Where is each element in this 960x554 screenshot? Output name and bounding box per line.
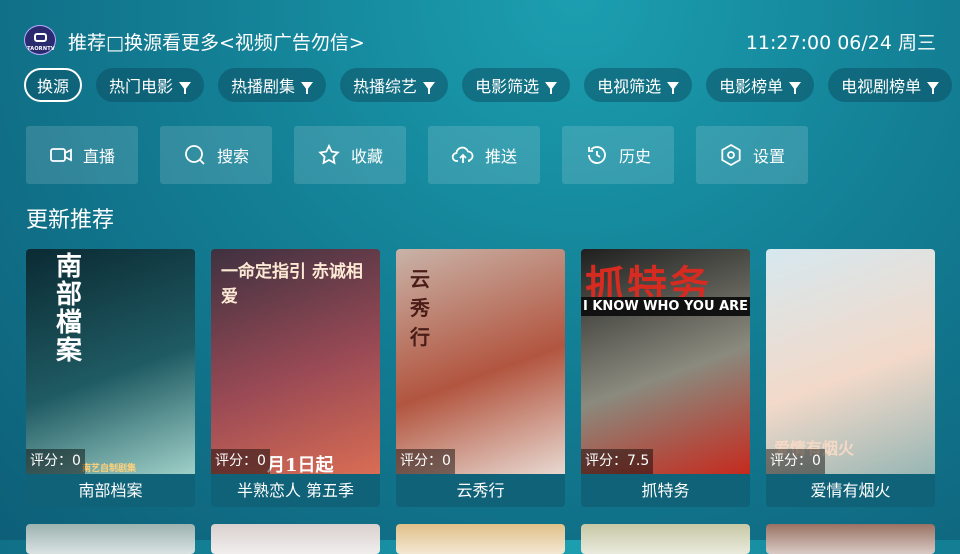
chip-label: 电视筛选: [597, 77, 662, 96]
card-title: 半熟恋人 第五季: [211, 474, 380, 507]
chip-3[interactable]: 热播综艺: [340, 68, 449, 102]
logo-text: TAORNTV: [27, 46, 55, 52]
poster-title-art: 南部檔案: [56, 252, 83, 366]
settings-button-label: 设置: [752, 147, 785, 166]
chip-4[interactable]: 电影筛选: [462, 68, 571, 102]
settings-icon: [721, 143, 741, 167]
card-title: 云秀行: [396, 474, 565, 507]
poster-image: 南部檔案南艺自制剧集: [26, 249, 195, 474]
filter-icon: [927, 82, 940, 94]
filter-icon: [789, 82, 802, 94]
chip-1[interactable]: 热门电影: [96, 68, 205, 102]
card-title: 抓特务: [581, 474, 750, 507]
chip-label: 电视剧榜单: [841, 77, 922, 96]
media-card[interactable]: 一命定指引 赤诚相爱月1日起 评分：0 半熟恋人 第五季: [211, 249, 380, 507]
chip-0[interactable]: 换源: [24, 68, 83, 102]
filter-icon: [667, 82, 680, 94]
live-button-label: 直播: [82, 147, 115, 166]
cloud-upload-icon: [451, 146, 474, 163]
push-button[interactable]: 推送: [428, 126, 540, 184]
live-button[interactable]: 直播: [26, 126, 138, 184]
poster-subtitle-art: I KNOW WHO YOU ARE: [581, 297, 750, 316]
settings-button[interactable]: 设置: [696, 126, 808, 184]
app-title: 推荐□换源看更多<视频广告勿信>: [68, 32, 365, 54]
filter-icon: [301, 82, 314, 94]
chip-6[interactable]: 电影榜单: [706, 68, 815, 102]
filter-icon: [179, 82, 192, 94]
poster-image: 云秀行: [396, 249, 565, 474]
poster-image: 抓特务 I KNOW WHO YOU ARE: [581, 249, 750, 474]
poster-title-art: 一命定指引 赤诚相爱: [221, 262, 363, 307]
chip-label: 电影榜单: [719, 77, 784, 96]
card-title: 爱情有烟火: [766, 474, 935, 507]
camera-icon: [50, 148, 72, 162]
poster-subtitle-art: 南艺自制剧集: [82, 464, 137, 474]
section-title: 更新推荐: [26, 208, 115, 233]
poster-subtitle-art: 月1日起: [267, 455, 334, 474]
search-icon: [185, 145, 205, 165]
chip-2[interactable]: 热播剧集: [218, 68, 327, 102]
filter-icon: [423, 82, 436, 94]
media-card-partial[interactable]: [766, 524, 935, 554]
poster-image: 一命定指引 赤诚相爱月1日起: [211, 249, 380, 474]
clock: 11:27:00 06/24 周三: [745, 32, 936, 54]
rating-badge: 评分：0: [26, 449, 85, 474]
history-icon: [588, 146, 606, 164]
rating-badge: 评分：0: [211, 449, 270, 474]
chip-label: 换源: [37, 77, 70, 96]
rating-badge: 评分：0: [766, 449, 825, 474]
chip-label: 电影筛选: [475, 77, 540, 96]
chip-label: 热播综艺: [353, 77, 418, 96]
history-button-label: 历史: [618, 147, 651, 166]
media-card-partial[interactable]: [26, 524, 195, 554]
media-card[interactable]: 抓特务 I KNOW WHO YOU ARE 评分：7.5 抓特务: [581, 249, 750, 507]
favorites-button[interactable]: 收藏: [294, 126, 406, 184]
chip-5[interactable]: 电视筛选: [584, 68, 693, 102]
chip-label: 热门电影: [109, 77, 174, 96]
favorites-button-label: 收藏: [350, 147, 383, 166]
rating-badge: 评分：7.5: [581, 449, 654, 474]
chip-7[interactable]: 电视剧榜单: [828, 68, 953, 102]
star-icon: [318, 143, 340, 165]
search-button-label: 搜索: [216, 147, 249, 166]
poster-image: 爱情有烟火: [766, 249, 935, 474]
media-card[interactable]: 爱情有烟火 评分：0 爱情有烟火: [766, 249, 935, 507]
app-logo: TAORNTV: [24, 25, 56, 55]
rating-badge: 评分：0: [396, 449, 455, 474]
media-card-partial[interactable]: [581, 524, 750, 554]
filter-icon: [545, 82, 558, 94]
media-card-partial[interactable]: [396, 524, 565, 554]
search-button[interactable]: 搜索: [160, 126, 272, 184]
media-card[interactable]: 南部檔案南艺自制剧集 评分：0 南部档案: [26, 249, 195, 507]
media-card[interactable]: 云秀行 评分：0 云秀行: [396, 249, 565, 507]
poster-title-art: 云秀行: [410, 267, 430, 349]
card-title: 南部档案: [26, 474, 195, 507]
chip-label: 热播剧集: [231, 77, 296, 96]
tv-icon: [34, 33, 47, 42]
history-button[interactable]: 历史: [562, 126, 674, 184]
category-chip-bar: 换源 热门电影 热播剧集 热播综艺 电影筛选 电视筛选 电影榜单 电视剧榜单: [24, 68, 960, 102]
top-bar: TAORNTV 推荐□换源看更多<视频广告勿信> 11:27:00 06/24 …: [0, 0, 960, 70]
push-button-label: 推送: [484, 147, 517, 166]
media-card-partial[interactable]: [211, 524, 380, 554]
